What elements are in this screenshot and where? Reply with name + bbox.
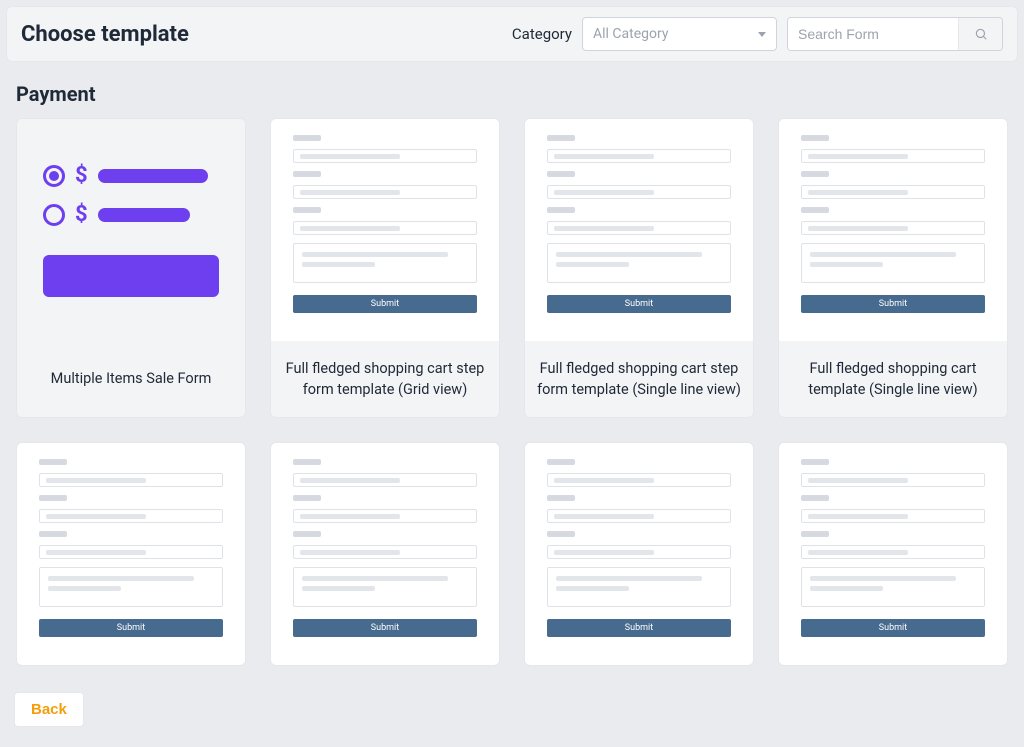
thumb-submit-button: Submit bbox=[547, 295, 731, 313]
template-label: Full fledged shopping cart step form tem… bbox=[271, 341, 499, 417]
thumb-submit-button: Submit bbox=[547, 619, 731, 637]
template-card[interactable]: Submit bbox=[270, 442, 500, 666]
template-thumbnail: Submit bbox=[271, 443, 499, 665]
template-thumbnail: Submit bbox=[271, 119, 499, 341]
form-wireframe: Submit bbox=[791, 455, 995, 637]
chevron-down-icon bbox=[758, 32, 766, 37]
thumb-submit-button: Submit bbox=[801, 295, 985, 313]
template-thumbnail: Submit bbox=[17, 443, 245, 665]
payment-option-row: $ bbox=[43, 202, 219, 227]
category-label: Category bbox=[512, 25, 572, 43]
header-controls: Category All Category bbox=[512, 17, 1003, 51]
thumb-submit-button: Submit bbox=[801, 619, 985, 637]
form-wireframe: Submit bbox=[283, 131, 487, 313]
thumb-submit-button: Submit bbox=[293, 295, 477, 313]
form-wireframe: Submit bbox=[283, 455, 487, 637]
thumb-submit-bar bbox=[43, 255, 219, 297]
template-grid-row-1: $ $ Multiple Items Sale Form bbox=[16, 118, 1008, 418]
template-thumbnail: Submit bbox=[779, 443, 1007, 665]
template-card[interactable]: Submit bbox=[524, 442, 754, 666]
page-header: Choose template Category All Category bbox=[6, 6, 1018, 62]
placeholder-bar bbox=[98, 169, 208, 183]
search-button[interactable] bbox=[958, 18, 1002, 50]
placeholder-bar bbox=[98, 208, 190, 222]
payment-option-row: $ bbox=[43, 163, 219, 188]
radio-selected-icon bbox=[43, 165, 65, 187]
template-label: Full fledged shopping cart step form tem… bbox=[525, 341, 753, 417]
payment-thumb: $ $ bbox=[29, 131, 233, 329]
template-card[interactable]: Submit Full fledged shopping cart templa… bbox=[778, 118, 1008, 418]
back-button[interactable]: Back bbox=[14, 692, 84, 727]
search-icon bbox=[974, 27, 988, 41]
template-card[interactable]: Submit Full fledged shopping cart step f… bbox=[270, 118, 500, 418]
page-title: Choose template bbox=[21, 22, 189, 47]
form-wireframe: Submit bbox=[537, 131, 741, 313]
radio-unselected-icon bbox=[43, 204, 65, 226]
template-card[interactable]: Submit bbox=[778, 442, 1008, 666]
dollar-icon: $ bbox=[75, 163, 88, 188]
form-wireframe: Submit bbox=[29, 455, 233, 637]
form-wireframe: Submit bbox=[537, 455, 741, 637]
template-card[interactable]: $ $ Multiple Items Sale Form bbox=[16, 118, 246, 418]
section-title: Payment bbox=[16, 82, 1008, 106]
template-thumbnail: Submit bbox=[779, 119, 1007, 341]
template-grid-row-2: Submit Submit bbox=[16, 442, 1008, 666]
search-input[interactable] bbox=[788, 18, 958, 50]
template-card[interactable]: Submit bbox=[16, 442, 246, 666]
category-select-placeholder: All Category bbox=[593, 26, 668, 42]
dollar-icon: $ bbox=[75, 202, 88, 227]
template-thumbnail: $ $ bbox=[17, 119, 245, 341]
template-label: Full fledged shopping cart template (Sin… bbox=[779, 341, 1007, 417]
category-select[interactable]: All Category bbox=[582, 17, 777, 51]
thumb-submit-button: Submit bbox=[39, 619, 223, 637]
template-thumbnail: Submit bbox=[525, 119, 753, 341]
template-label: Multiple Items Sale Form bbox=[17, 341, 245, 417]
template-card[interactable]: Submit Full fledged shopping cart step f… bbox=[524, 118, 754, 418]
template-thumbnail: Submit bbox=[525, 443, 753, 665]
thumb-submit-button: Submit bbox=[293, 619, 477, 637]
search-wrap bbox=[787, 17, 1003, 51]
form-wireframe: Submit bbox=[791, 131, 995, 313]
templates-section: Payment $ $ M bbox=[0, 68, 1024, 666]
